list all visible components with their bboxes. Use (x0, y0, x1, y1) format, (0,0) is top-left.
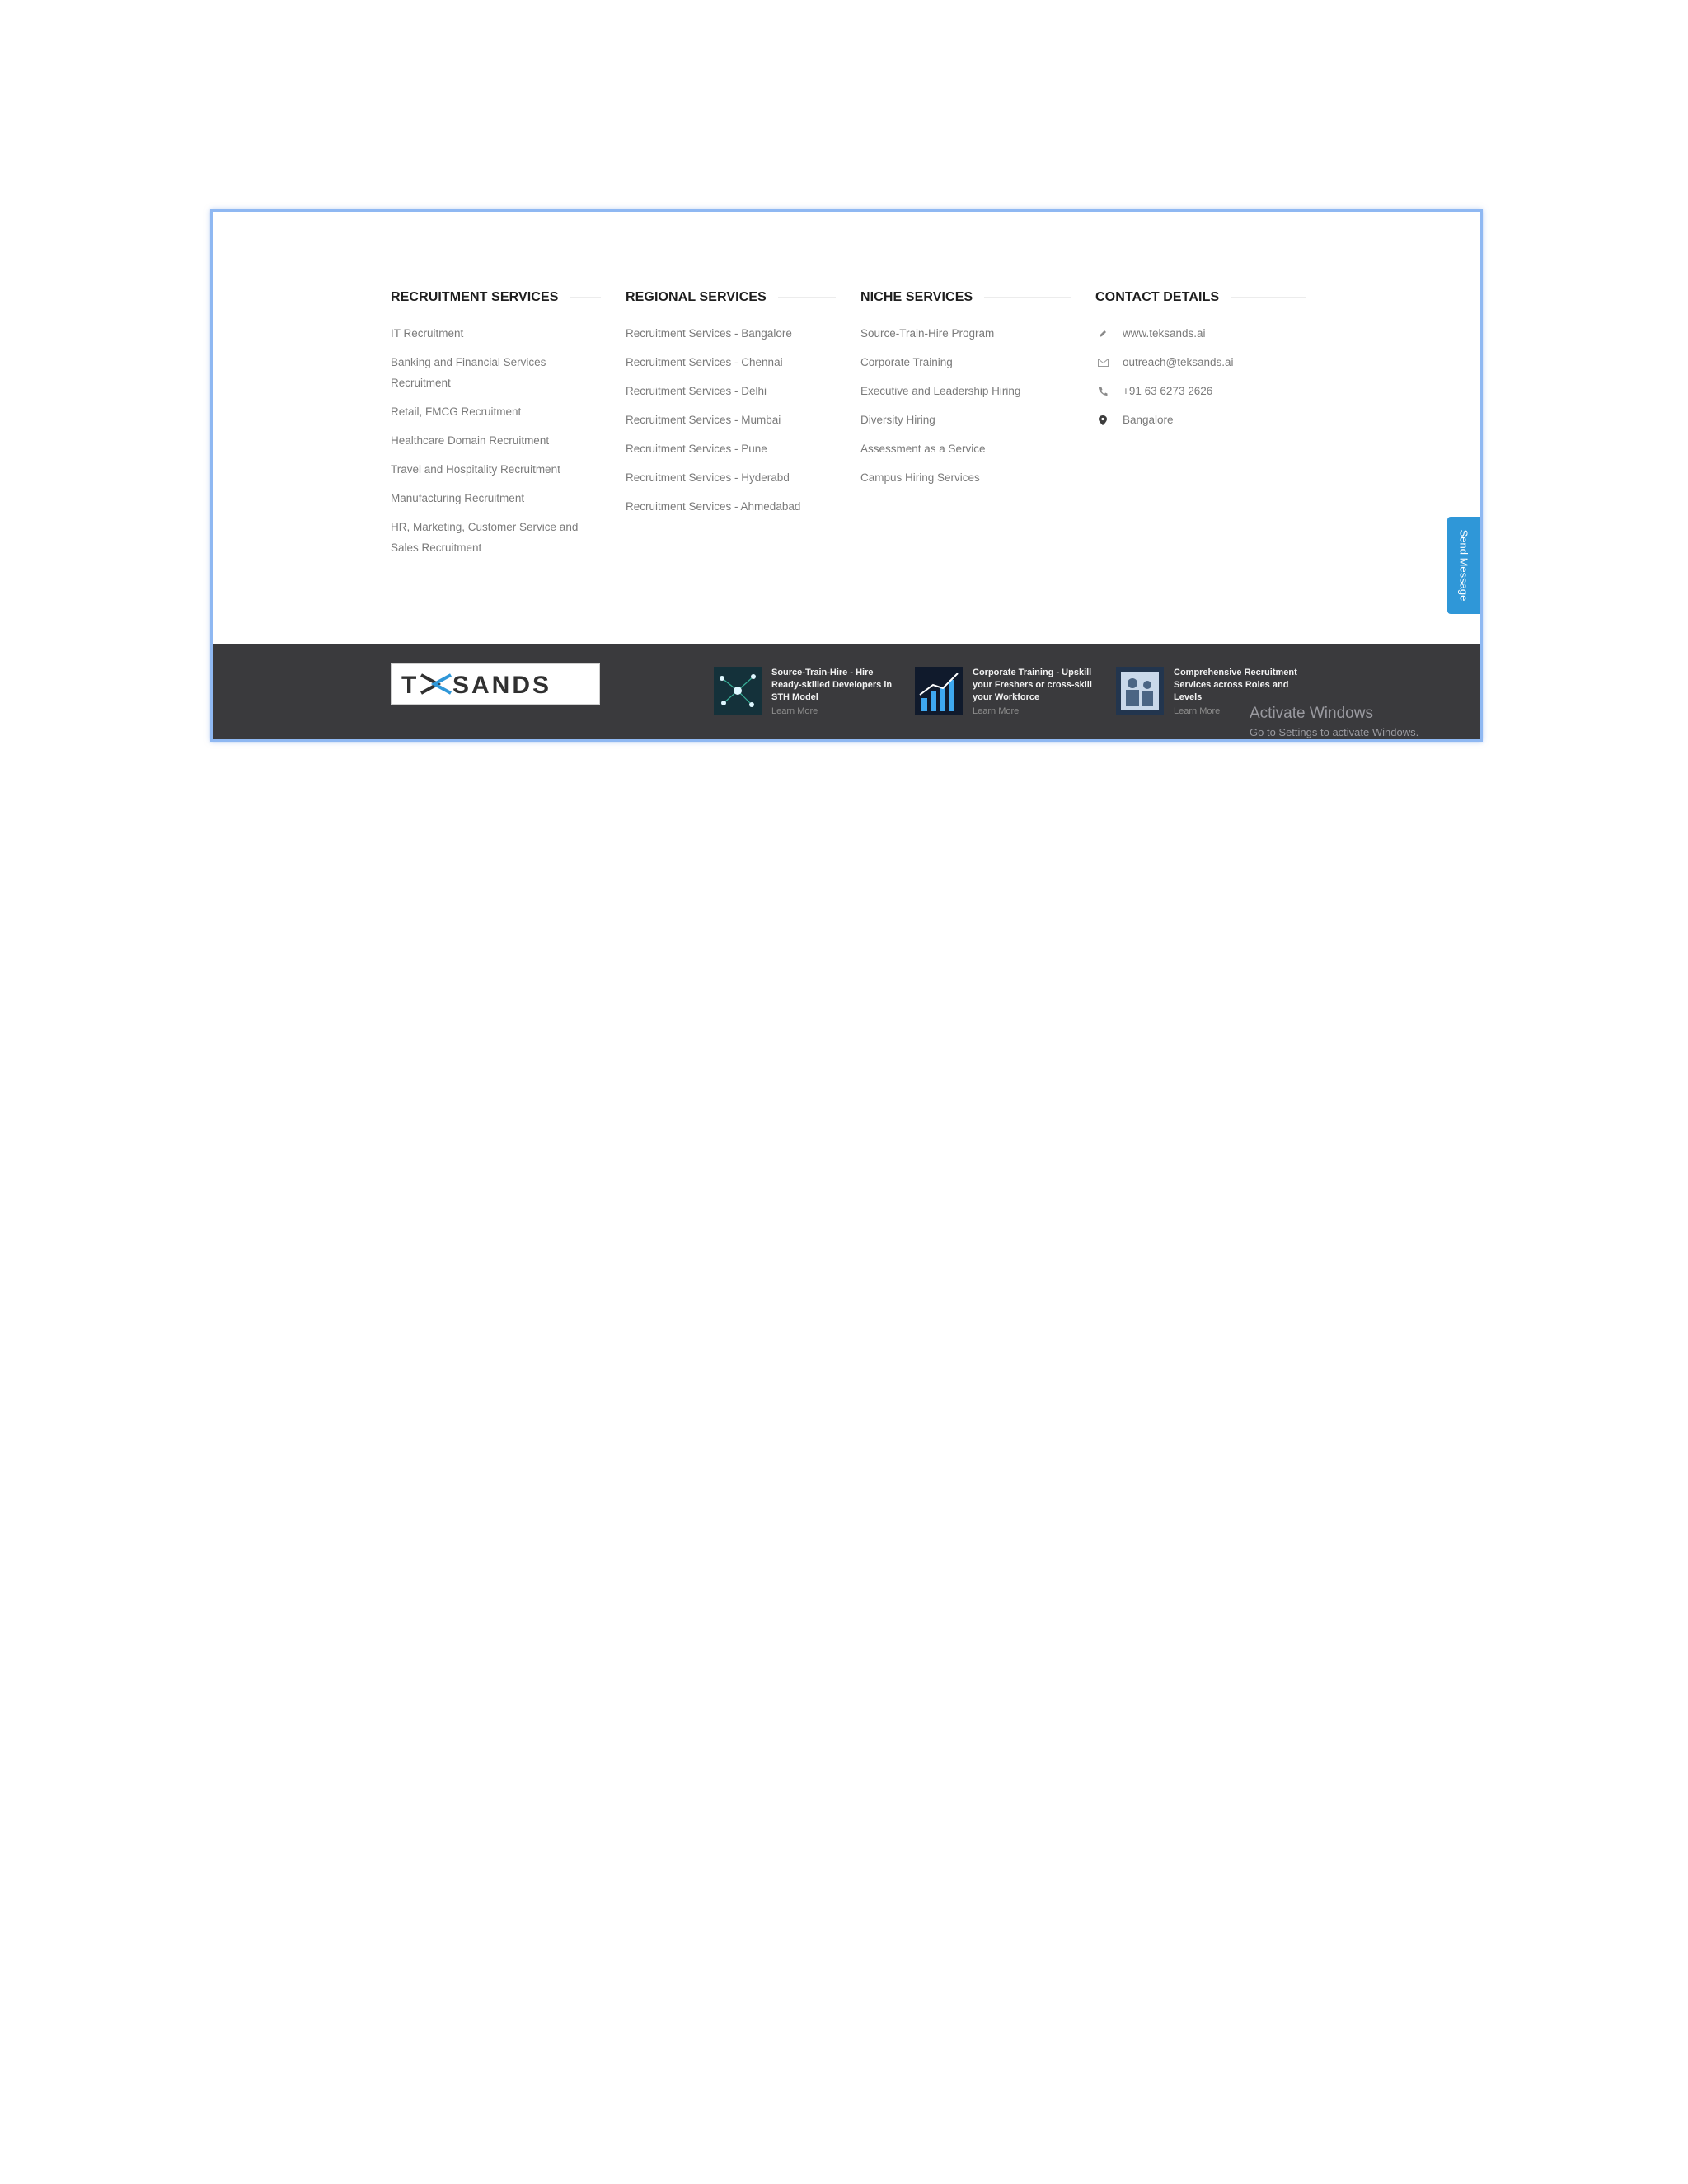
heading-divider (777, 297, 836, 298)
mail-icon (1095, 355, 1110, 370)
link-regional-bangalore[interactable]: Recruitment Services - Bangalore (626, 323, 836, 344)
link-banking-financial-recruitment[interactable]: Banking and Financial Services Recruitme… (391, 352, 601, 393)
link-regional-mumbai[interactable]: Recruitment Services - Mumbai (626, 410, 836, 430)
watermark-title: Activate Windows (1250, 705, 1373, 722)
link-healthcare-recruitment[interactable]: Healthcare Domain Recruitment (391, 430, 601, 451)
link-regional-chennai[interactable]: Recruitment Services - Chennai (626, 352, 836, 373)
post-thumbnail (915, 667, 963, 715)
watermark-subtitle: Go to Settings to activate Windows. (1250, 726, 1419, 738)
column-heading-text: NICHE SERVICES (860, 290, 973, 304)
post-thumbnail (714, 667, 762, 715)
pencil-icon (1095, 326, 1110, 341)
contact-website-text: www.teksands.ai (1123, 327, 1206, 340)
send-message-label: Send Message (1457, 529, 1470, 602)
column-recruitment-services: RECRUITMENT SERVICES IT Recruitment Bank… (391, 288, 601, 566)
teksands-logo[interactable]: T SANDS (391, 663, 600, 705)
heading-divider (984, 297, 1071, 298)
column-regional-services: REGIONAL SERVICES Recruitment Services -… (626, 288, 836, 525)
post-learn-more-link[interactable]: Learn More (973, 706, 1019, 716)
column-heading-text: CONTACT DETAILS (1095, 290, 1220, 304)
column-heading: CONTACT DETAILS (1095, 288, 1306, 307)
post-learn-more-link[interactable]: Learn More (771, 706, 818, 716)
link-assessment-as-a-service[interactable]: Assessment as a Service (860, 438, 1071, 459)
column-heading: NICHE SERVICES (860, 288, 1071, 307)
activate-windows-watermark: Activate Windows Go to Settings to activ… (1250, 705, 1419, 739)
column-heading-text: RECRUITMENT SERVICES (391, 290, 559, 304)
link-travel-hospitality-recruitment[interactable]: Travel and Hospitality Recruitment (391, 459, 601, 480)
link-list: Source-Train-Hire Program Corporate Trai… (860, 323, 1071, 488)
link-executive-leadership-hiring[interactable]: Executive and Leadership Hiring (860, 381, 1071, 401)
send-message-tab[interactable]: Send Message (1447, 517, 1480, 614)
link-manufacturing-recruitment[interactable]: Manufacturing Recruitment (391, 488, 601, 509)
post-title: Comprehensive Recruitment Services acros… (1174, 668, 1297, 702)
contact-email[interactable]: outreach@teksands.ai (1095, 352, 1306, 373)
link-source-train-hire[interactable]: Source-Train-Hire Program (860, 323, 1071, 344)
link-retail-fmcg-recruitment[interactable]: Retail, FMCG Recruitment (391, 401, 601, 422)
phone-icon (1095, 384, 1110, 399)
column-niche-services: NICHE SERVICES Source-Train-Hire Program… (860, 288, 1071, 496)
link-regional-hyderabad[interactable]: Recruitment Services - Hyderabd (626, 467, 836, 488)
footer-bar: T SANDS Source-Train-Hire - Hire Ready-s… (213, 644, 1480, 739)
link-hr-marketing-sales-recruitment[interactable]: HR, Marketing, Customer Service and Sale… (391, 517, 601, 558)
column-heading: REGIONAL SERVICES (626, 288, 836, 307)
contact-location-text: Bangalore (1123, 414, 1174, 426)
post-title: Source-Train-Hire - Hire Ready-skilled D… (771, 668, 893, 702)
link-list: Recruitment Services - Bangalore Recruit… (626, 323, 836, 517)
link-diversity-hiring[interactable]: Diversity Hiring (860, 410, 1071, 430)
post-title: Corporate Training - Upskill your Freshe… (973, 668, 1092, 702)
svg-text:SANDS: SANDS (452, 672, 551, 698)
column-contact-details: CONTACT DETAILS www.teksands.ai outreach… (1095, 288, 1306, 438)
contact-website[interactable]: www.teksands.ai (1095, 323, 1306, 344)
contact-location: Bangalore (1095, 410, 1306, 430)
link-regional-pune[interactable]: Recruitment Services - Pune (626, 438, 836, 459)
link-it-recruitment[interactable]: IT Recruitment (391, 323, 601, 344)
column-heading-text: REGIONAL SERVICES (626, 290, 767, 304)
post-thumbnail (1116, 667, 1164, 715)
contact-list: www.teksands.ai outreach@teksands.ai +91… (1095, 323, 1306, 430)
heading-divider (570, 297, 601, 298)
post-learn-more-link[interactable]: Learn More (1174, 706, 1220, 716)
link-list: IT Recruitment Banking and Financial Ser… (391, 323, 601, 558)
contact-phone[interactable]: +91 63 6273 2626 (1095, 381, 1306, 401)
heading-divider (1231, 297, 1306, 298)
post-corporate-training[interactable]: Corporate Training - Upskill your Freshe… (915, 667, 1113, 724)
screenshot-frame: RECRUITMENT SERVICES IT Recruitment Bank… (210, 209, 1483, 742)
link-regional-ahmedabad[interactable]: Recruitment Services - Ahmedabad (626, 496, 836, 517)
contact-email-text: outreach@teksands.ai (1123, 356, 1234, 368)
link-corporate-training[interactable]: Corporate Training (860, 352, 1071, 373)
teksands-logo-mark: T SANDS (401, 672, 551, 698)
column-heading: RECRUITMENT SERVICES (391, 288, 601, 307)
location-icon (1095, 413, 1110, 428)
contact-phone-text: +91 63 6273 2626 (1123, 385, 1213, 397)
link-regional-delhi[interactable]: Recruitment Services - Delhi (626, 381, 836, 401)
post-source-train-hire[interactable]: Source-Train-Hire - Hire Ready-skilled D… (714, 667, 912, 724)
link-campus-hiring[interactable]: Campus Hiring Services (860, 467, 1071, 488)
footer-links-section: RECRUITMENT SERVICES IT Recruitment Bank… (213, 212, 1480, 644)
svg-text:T: T (401, 672, 418, 698)
